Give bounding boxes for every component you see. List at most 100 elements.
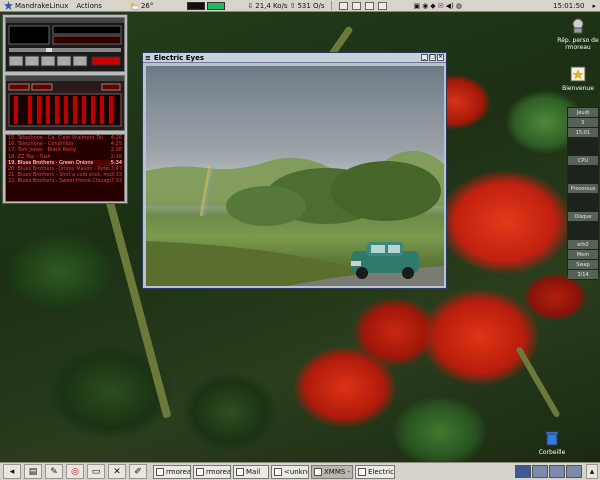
window-icon (274, 467, 282, 476)
taskbar-button[interactable]: Electric Ey (355, 464, 395, 479)
main-menu[interactable]: MandrakeLinux (0, 0, 72, 12)
net-down-icon: ⇩ (247, 1, 254, 10)
launcher-button[interactable] (338, 1, 348, 10)
chevron-right-icon: ▸ (592, 1, 596, 10)
taskbar-button[interactable]: rmoreau@ (193, 464, 231, 479)
taskbar-button[interactable]: <unknown (271, 464, 309, 479)
launcher-button[interactable] (377, 1, 387, 10)
taskbar-label: rmoreau@ (166, 467, 191, 476)
workspace-3[interactable] (549, 465, 565, 478)
close-button[interactable]: × (437, 54, 444, 61)
terminal-icon: ▤ (28, 466, 38, 477)
network-graph (568, 222, 598, 240)
taskbar-label: <unknown (284, 467, 308, 476)
tray-icons: ▣ ◉ ◆ ✉ ◀) ◍ (410, 0, 466, 12)
actions-menu[interactable]: Actions (72, 0, 106, 12)
playlist-track-title: 22. Blues Brothers - Sweet Home Chicago (8, 178, 111, 185)
xmms-main-skin (6, 18, 124, 67)
welcome-desktop-icon[interactable]: Bienvenue (556, 66, 600, 92)
trash-desktop-icon[interactable]: Corbeille (530, 430, 574, 456)
network-applet[interactable]: ⇩ 21,4 Ko/s ⇧ 531 O/s (243, 0, 328, 12)
disk-graph (568, 194, 598, 212)
taskbar-label: Mail (246, 467, 261, 476)
globe-icon[interactable]: ◍ (456, 2, 462, 10)
clock-time: 15:01:50 (553, 1, 585, 10)
window-titlebar[interactable]: ≡ Electric Eyes _ □ × (143, 53, 446, 63)
window-icon (196, 467, 204, 476)
launcher-lifebuoy[interactable]: ◎ (66, 464, 84, 479)
trash-icon (545, 431, 559, 446)
editor-icon: ✐ (134, 466, 142, 477)
launcher-gimp[interactable]: ✎ (45, 464, 63, 479)
tools-icon: ✕ (113, 466, 121, 477)
date-day: Jeudi (568, 108, 598, 118)
mail-icon[interactable]: ✉ (438, 2, 444, 10)
cpu-label: CPU (568, 156, 598, 166)
plant-stem (515, 345, 561, 419)
xmms-playlist[interactable]: 15. Telephone - Ca, C'est Vraiment Toi 4:… (5, 134, 125, 202)
chevron-up-icon: ▴ (589, 466, 595, 477)
task-list: rmoreau@ rmoreau@ Mail <unknown XMMS - 1 Elec… (151, 464, 395, 479)
taskbar-button[interactable]: XMMS - 1 (311, 464, 353, 479)
welcome-label: Bienvenue (562, 85, 594, 92)
panel-separator (330, 1, 332, 10)
bottom-panel: ◂ ▤ ✎ ◎ ▭ ✕ ✐ rmoreau@ rmoreau@ Mail <unkno… (0, 462, 600, 480)
panel-arrow[interactable]: ▸ (588, 0, 600, 12)
launcher-terminal[interactable]: ▤ (24, 464, 42, 479)
display-icon[interactable]: ▣ (414, 2, 421, 10)
taskbar-label: XMMS - 1 (324, 467, 352, 476)
home-icon (572, 18, 584, 34)
launcher-button[interactable] (364, 1, 374, 10)
workspace-pager[interactable] (515, 465, 583, 478)
maximize-button[interactable]: □ (429, 54, 436, 61)
cpu-graph (568, 138, 598, 156)
actions-label: Actions (76, 1, 102, 10)
landscape-photo (146, 150, 444, 286)
launcher-editor[interactable]: ✐ (129, 464, 147, 479)
eth-label: eth0 (568, 240, 598, 250)
process-label: Processus (568, 184, 598, 194)
gimp-icon: ✎ (50, 466, 58, 477)
system-monitor-applet[interactable] (183, 0, 229, 12)
home-folder-label: Rép. perso de rmoreau (557, 37, 599, 51)
net-up-rate: 531 O/s (297, 1, 325, 10)
weather-cloud-icon (130, 2, 139, 10)
window-icon (358, 467, 366, 476)
date-num: 5 (568, 118, 598, 128)
photo-viewer-image[interactable] (146, 66, 444, 286)
window-menu-icon[interactable]: ≡ (145, 54, 151, 62)
taskbar-button[interactable]: rmoreau@ (153, 464, 191, 479)
show-desktop-button[interactable]: ◂ (3, 464, 21, 479)
workspace-4[interactable] (566, 465, 582, 478)
window-icon (156, 467, 164, 476)
launcher-button[interactable] (351, 1, 361, 10)
help-icon: ◎ (71, 466, 79, 477)
volume-icon[interactable]: ◀) (446, 2, 454, 10)
workspace-1[interactable] (515, 465, 531, 478)
playlist-track-time: 7:33 (110, 178, 122, 185)
arrow-icon: ◂ (9, 466, 15, 477)
monitor-icon: ▭ (91, 466, 101, 477)
clock[interactable]: 15:01:50 (549, 0, 588, 12)
network-icon[interactable]: ◉ (422, 2, 428, 10)
top-panel: MandrakeLinux Actions 26° ⇩ 21,4 Ko/s ⇧ … (0, 0, 600, 12)
launcher-config[interactable]: ✕ (108, 464, 126, 479)
playlist-row[interactable]: 22. Blues Brothers - Sweet Home Chicago 7… (6, 178, 124, 184)
weather-applet[interactable]: 26° (126, 0, 157, 12)
xmms-main-window[interactable] (5, 17, 125, 72)
disk-label: Disque (568, 212, 598, 222)
process-graph (568, 166, 598, 184)
panel-launchers (334, 0, 392, 12)
panel-end-button[interactable]: ▴ (586, 464, 598, 479)
mem-label: Mem (568, 250, 598, 260)
workspace-2[interactable] (532, 465, 548, 478)
dock-time: 15:01 (568, 128, 598, 138)
home-folder-desktop-icon[interactable]: Rép. perso de rmoreau (556, 18, 600, 51)
taskbar-button[interactable]: Mail (233, 464, 269, 479)
update-icon[interactable]: ◆ (430, 2, 435, 10)
minimize-button[interactable]: _ (421, 54, 428, 61)
launcher-monitor[interactable]: ▭ (87, 464, 105, 479)
window-title: Electric Eyes (153, 53, 204, 62)
xmms-equalizer[interactable] (5, 75, 125, 131)
system-monitor-dock[interactable]: Jeudi 5 15:01 CPU Processus Disque eth0 … (567, 107, 599, 280)
